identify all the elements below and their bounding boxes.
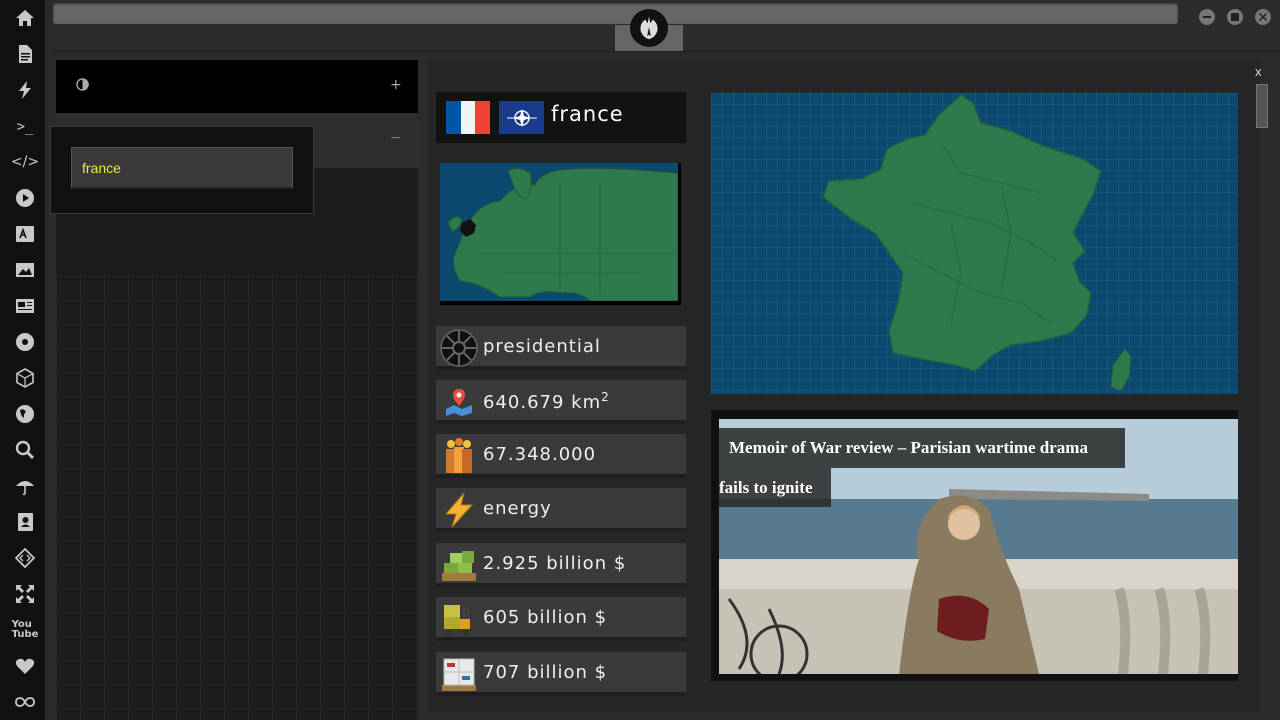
maximize-button[interactable] (1227, 9, 1243, 25)
stat-population: 67.348.000 (436, 434, 686, 478)
close-window-button[interactable] (1255, 9, 1271, 25)
news-headline-line1[interactable]: Memoir of War review – Parisian wartime … (719, 428, 1125, 468)
code-icon[interactable]: </> (11, 150, 39, 174)
address-bar[interactable] (53, 3, 1178, 24)
contrast-icon[interactable] (76, 78, 89, 95)
document-icon[interactable] (13, 42, 37, 66)
area-value: 640.679 km (483, 392, 602, 413)
flag-stripe-white (460, 101, 476, 134)
europe-locator-map (440, 163, 681, 305)
news-headline-line2[interactable]: fails to ignite (719, 468, 831, 507)
icon-rail: >_ </> You Tube (0, 0, 48, 720)
main-sector: energy (483, 498, 552, 519)
empire-icon[interactable] (13, 330, 37, 354)
stat-exports: 605 billion $ (436, 597, 686, 641)
stat-government: presidential (436, 326, 686, 370)
flag-stripe-red (475, 101, 491, 134)
country-outline-map (711, 93, 1238, 394)
flag-stripe-blue (446, 101, 461, 134)
cube-icon[interactable] (13, 366, 37, 390)
area-map-icon (440, 383, 478, 421)
exports-icon (440, 600, 478, 638)
panel-header: + (56, 60, 418, 113)
government-icon (440, 329, 478, 367)
search-box: france (50, 126, 314, 214)
diamond-code-icon[interactable] (13, 546, 37, 570)
imports-value: 707 billion $ (483, 662, 608, 683)
close-panel-button[interactable]: x (1255, 64, 1262, 79)
translate-icon[interactable] (13, 222, 37, 246)
country-name: france (551, 102, 624, 126)
population-icon (440, 437, 478, 475)
expand-plus-button[interactable]: + (390, 77, 402, 93)
umbrella-icon[interactable] (13, 474, 37, 498)
government-type: presidential (483, 336, 601, 357)
infinity-icon[interactable] (13, 690, 37, 714)
play-icon[interactable] (13, 186, 37, 210)
terminal-icon[interactable]: >_ (13, 115, 37, 139)
country-area: 640.679 km2 (483, 390, 610, 413)
image-icon[interactable] (13, 258, 37, 282)
population-value: 67.348.000 (483, 444, 597, 465)
home-icon[interactable] (13, 6, 37, 30)
expand-icon[interactable] (13, 582, 37, 606)
stat-gdp: 2.925 billion $ (436, 543, 686, 587)
gdp-value: 2.925 billion $ (483, 553, 627, 574)
globe-icon[interactable] (13, 402, 37, 426)
youtube-icon[interactable]: You Tube (12, 618, 39, 642)
rebel-logo-icon[interactable] (630, 9, 668, 47)
stat-area: 640.679 km2 (436, 380, 686, 424)
energy-icon (440, 491, 478, 529)
imports-icon (440, 655, 478, 693)
minimize-button[interactable] (1199, 9, 1215, 25)
search-icon[interactable] (13, 438, 37, 462)
contacts-icon[interactable] (13, 510, 37, 534)
stat-sector: energy (436, 488, 686, 532)
gdp-icon (440, 546, 478, 584)
country-search-input[interactable]: france (71, 147, 293, 189)
newspaper-icon[interactable] (13, 294, 37, 318)
stat-imports: 707 billion $ (436, 652, 686, 696)
heart-icon[interactable] (13, 654, 37, 678)
collapse-minus-button[interactable]: − (390, 130, 402, 146)
bolt-icon[interactable] (13, 78, 37, 102)
scrollbar-thumb[interactable] (1256, 84, 1268, 128)
france-flag-icon (446, 101, 491, 134)
exports-value: 605 billion $ (483, 607, 608, 628)
nato-flag-icon (499, 101, 544, 134)
area-unit-exponent: 2 (601, 390, 610, 404)
